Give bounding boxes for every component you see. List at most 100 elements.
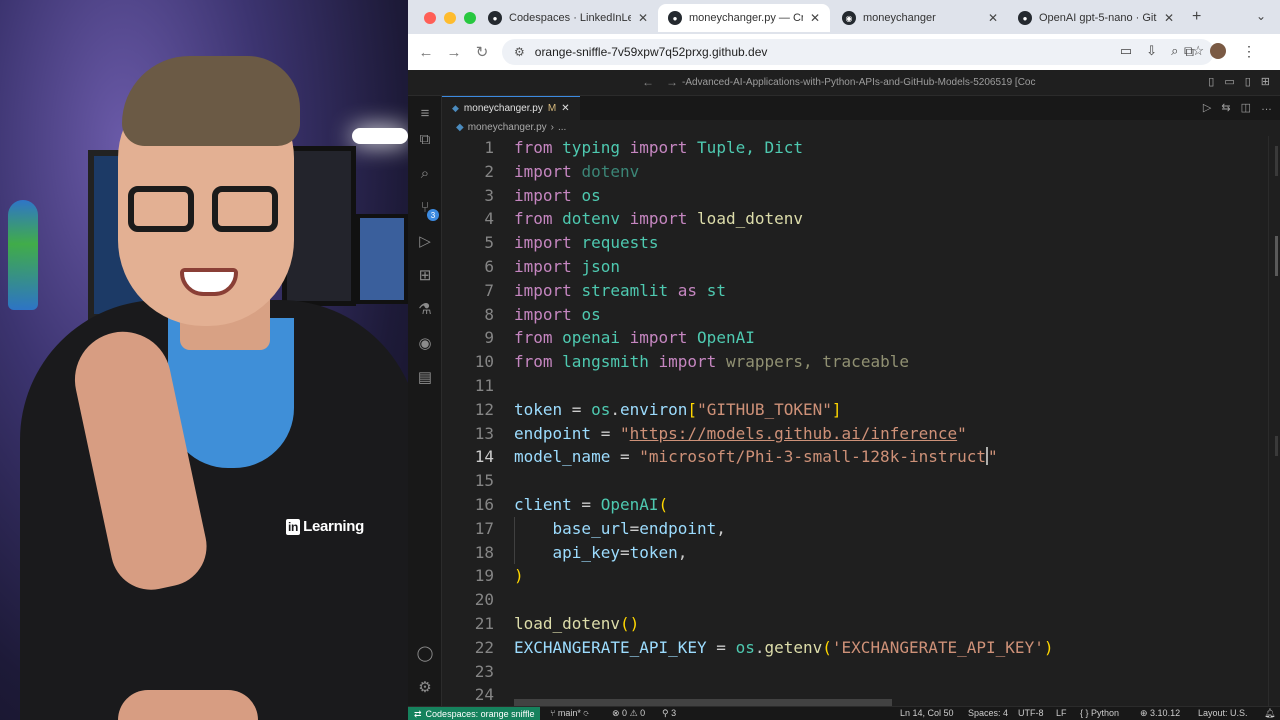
module-name: openai bbox=[562, 328, 620, 348]
page-action-icon[interactable]: ▭ bbox=[1120, 43, 1132, 59]
encoding[interactable]: UTF-8 bbox=[1018, 708, 1044, 718]
code-line-current: 14 model_name = "microsoft/Phi-3-small-12… bbox=[442, 445, 1280, 469]
horizontal-scrollbar[interactable] bbox=[514, 699, 892, 706]
lava-lamp bbox=[8, 200, 38, 310]
keyword: import bbox=[629, 138, 688, 157]
minimize-window-button[interactable] bbox=[444, 12, 456, 24]
code-line: 13 endpoint = "https://models.github.ai/i… bbox=[442, 422, 1280, 446]
end-of-line[interactable]: LF bbox=[1056, 708, 1067, 718]
profile-avatar[interactable] bbox=[1210, 43, 1226, 59]
source-control-icon[interactable]: ⑂ 3 bbox=[408, 190, 442, 224]
error-count: 0 bbox=[622, 708, 628, 718]
breadcrumb-file[interactable]: moneychanger.py bbox=[468, 122, 547, 133]
variable: token bbox=[514, 399, 563, 419]
learning-wordmark: Learning bbox=[303, 518, 365, 535]
sync-icon[interactable]: ⟳ bbox=[583, 708, 588, 718]
close-tab-icon[interactable]: ✕ bbox=[1164, 11, 1174, 25]
reload-icon[interactable]: ↻ bbox=[468, 43, 496, 61]
close-window-button[interactable] bbox=[424, 12, 436, 24]
browser-tab-openai-gpt-5-nano[interactable]: ● OpenAI gpt-5-nano · GitH ✕ bbox=[1008, 4, 1184, 32]
github-icon: ● bbox=[668, 11, 682, 25]
close-editor-icon[interactable]: ✕ bbox=[561, 103, 569, 114]
branch-indicator[interactable]: ⑂ main* ⟳ bbox=[550, 708, 589, 718]
command-center[interactable]: -Advanced-AI-Applications-with-Python-AP… bbox=[682, 77, 1036, 88]
close-tab-icon[interactable]: ✕ bbox=[810, 11, 820, 25]
keyboard-layout[interactable]: Layout: U.S. bbox=[1198, 708, 1248, 718]
new-tab-button[interactable]: + bbox=[1192, 8, 1201, 26]
extensions-view-icon[interactable]: ⊞ bbox=[408, 258, 442, 292]
presenter-glasses bbox=[128, 186, 280, 238]
problems-indicator[interactable]: ⊗ 0 ⚠ 0 bbox=[612, 708, 645, 719]
site-info-icon[interactable]: ⚙ bbox=[514, 45, 525, 59]
browser-tab-moneychanger-py[interactable]: ● moneychanger.py — Creat ✕ bbox=[658, 4, 830, 32]
attribute: environ bbox=[619, 399, 688, 419]
explorer-icon[interactable]: ⧉ bbox=[408, 122, 442, 156]
remote-indicator[interactable]: ⇄ Codespaces: orange sniffle bbox=[408, 707, 541, 720]
line-number: 22 bbox=[474, 637, 494, 657]
accounts-icon[interactable]: ◯ bbox=[408, 636, 442, 670]
toggle-panel-icon[interactable]: ▭ bbox=[1224, 75, 1234, 88]
browser-tab-codespaces[interactable]: ● Codespaces · LinkedInLea ✕ bbox=[478, 4, 658, 32]
github-icon: ● bbox=[488, 11, 502, 25]
keyword: import bbox=[658, 352, 717, 372]
browser-menu-icon[interactable]: ⋮ bbox=[1242, 43, 1256, 60]
customize-layout-icon[interactable]: ⊞ bbox=[1261, 75, 1270, 88]
line-number: 7 bbox=[484, 280, 494, 300]
extensions-icon[interactable]: ⧉ bbox=[1184, 43, 1194, 60]
breadcrumb: ◆ moneychanger.py › ... bbox=[456, 122, 566, 133]
activity-bar: ≡ ⧉ ⌕ ⑂ 3 ▷ ⊞ ⚗ ◉ ▤ ◯ ⚙ bbox=[408, 96, 442, 706]
line-number: 1 bbox=[484, 138, 494, 157]
go-forward-icon[interactable]: → bbox=[666, 75, 678, 89]
forward-icon[interactable]: → bbox=[440, 44, 468, 61]
tab-title: moneychanger bbox=[863, 12, 936, 24]
output-log-icon[interactable]: ▤ bbox=[408, 360, 442, 394]
python-interpreter[interactable]: ⊕ 3.10.12 bbox=[1140, 708, 1180, 719]
python-file-icon: ◆ bbox=[452, 103, 459, 113]
variable: client bbox=[514, 494, 572, 514]
back-icon[interactable]: ← bbox=[412, 44, 440, 61]
split-editor-icon[interactable]: ◫ bbox=[1241, 101, 1251, 114]
notifications-bell-icon[interactable]: 🔔︎ bbox=[1264, 708, 1275, 719]
tab-search-icon[interactable]: ⌄ bbox=[1256, 9, 1266, 23]
language-mode[interactable]: { } Python bbox=[1080, 708, 1119, 718]
testing-icon[interactable]: ⚗ bbox=[408, 292, 442, 326]
code-line: 8 import os bbox=[442, 303, 1280, 327]
url-link[interactable]: https://models.github.ai/inference bbox=[630, 424, 958, 443]
toggle-primary-sidebar-icon[interactable]: ▯ bbox=[1208, 75, 1214, 88]
ports-indicator[interactable]: ⚲ 3 bbox=[662, 708, 676, 719]
maximize-window-button[interactable] bbox=[464, 12, 476, 24]
go-back-icon[interactable]: ← bbox=[642, 75, 654, 89]
browser-tab-moneychanger[interactable]: ◉ moneychanger ✕ bbox=[832, 4, 1008, 32]
line-number: 15 bbox=[474, 471, 494, 491]
modified-indicator: M bbox=[547, 103, 557, 114]
code-line: 1 from typing import Tuple, Dict bbox=[442, 136, 1280, 160]
keyword: import bbox=[514, 161, 572, 181]
indentation[interactable]: Spaces: 4 bbox=[968, 708, 1008, 718]
github-icon[interactable]: ◉ bbox=[408, 326, 442, 360]
manage-gear-icon[interactable]: ⚙ bbox=[408, 670, 442, 704]
more-actions-icon[interactable]: … bbox=[1261, 101, 1272, 114]
open-changes-icon[interactable]: ⇆ bbox=[1221, 101, 1230, 114]
cursor-position[interactable]: Ln 14, Col 50 bbox=[900, 708, 954, 718]
code-line: 12 token = os.environ["GITHUB_TOKEN"] bbox=[442, 398, 1280, 422]
bracket: ] bbox=[831, 399, 842, 419]
toggle-secondary-sidebar-icon[interactable]: ▯ bbox=[1245, 75, 1251, 88]
editor-tab-moneychanger-py[interactable]: ◆ moneychanger.py M ✕ bbox=[442, 96, 580, 120]
module-alias: st bbox=[706, 280, 726, 300]
install-app-icon[interactable]: ⇩ bbox=[1146, 43, 1157, 59]
url-input[interactable]: ⚙ orange-sniffle-7v59xpw7q52prxg.github.… bbox=[502, 39, 1214, 65]
run-python-file-icon[interactable]: ▷ bbox=[1203, 101, 1211, 114]
code-editor[interactable]: 1 from typing import Tuple, Dict 2 import … bbox=[442, 136, 1280, 706]
punctuation: , bbox=[716, 518, 726, 538]
editor-scrollbar[interactable] bbox=[1268, 136, 1280, 706]
bracket: () bbox=[619, 613, 640, 633]
run-debug-icon[interactable]: ▷ bbox=[408, 224, 442, 258]
breadcrumb-symbol[interactable]: ... bbox=[558, 122, 566, 133]
search-icon[interactable]: ⌕ bbox=[408, 156, 442, 190]
zoom-icon[interactable]: ⌕ bbox=[1171, 43, 1178, 59]
variable: token bbox=[629, 542, 678, 562]
close-tab-icon[interactable]: ✕ bbox=[988, 11, 998, 25]
imported-names: load_dotenv bbox=[697, 209, 804, 229]
studio-light bbox=[352, 128, 408, 144]
close-tab-icon[interactable]: ✕ bbox=[638, 11, 648, 25]
